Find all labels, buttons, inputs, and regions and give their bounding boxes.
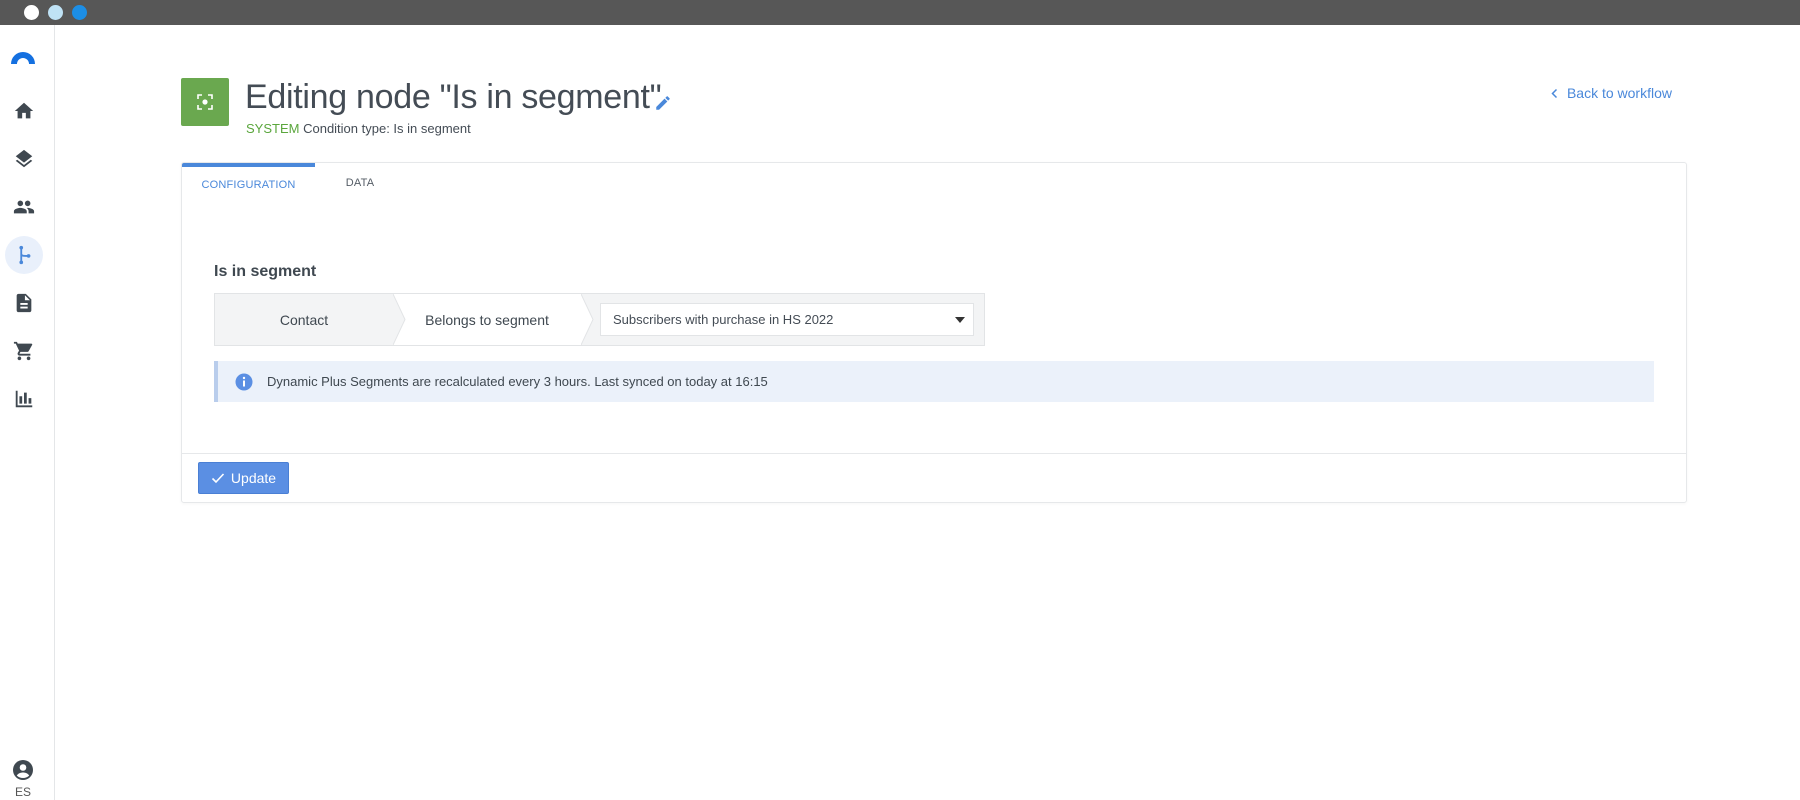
- breadcrumb-arrow-icon: [393, 294, 406, 345]
- window-minimize-dot[interactable]: [48, 5, 63, 20]
- user-avatar-icon: [13, 760, 33, 780]
- condition-type-text: Condition type: Is in segment: [303, 121, 471, 136]
- nav-document-icon[interactable]: [5, 284, 43, 322]
- card-footer-divider: [182, 453, 1686, 454]
- user-language-label: ES: [14, 785, 31, 799]
- segment-select[interactable]: Subscribers with purchase in HS 2022: [600, 303, 974, 336]
- logo-icon[interactable]: [8, 45, 38, 65]
- node-config-card: CONFIGURATION DATA Is in segment Contact…: [181, 162, 1687, 503]
- window-maximize-dot[interactable]: [72, 5, 87, 20]
- page-title: Editing node "Is in segment": [245, 78, 662, 116]
- condition-section-title: Is in segment: [214, 263, 317, 280]
- info-alert: Dynamic Plus Segments are recalculated e…: [214, 361, 1654, 402]
- sidebar-nav: ES: [0, 25, 55, 800]
- system-label: SYSTEM: [246, 121, 300, 136]
- nav-home-icon[interactable]: [5, 92, 43, 130]
- node-subtitle: SYSTEM Condition type: Is in segment: [246, 121, 471, 136]
- info-icon: [235, 373, 253, 390]
- segment-focus-icon: [197, 94, 213, 110]
- nav-workflow-icon[interactable]: [5, 236, 43, 274]
- edit-title-pencil-icon[interactable]: [654, 94, 672, 112]
- back-link-label: Back to workflow: [1566, 85, 1672, 101]
- nav-cart-icon[interactable]: [5, 332, 43, 370]
- back-to-workflow-link[interactable]: Back to workflow: [1550, 85, 1672, 101]
- segment-select-value: Subscribers with purchase in HS 2022: [613, 312, 834, 327]
- condition-builder: Contact Belongs to segment Subscribers w…: [214, 293, 985, 346]
- tab-bar: CONFIGURATION DATA: [182, 163, 1686, 203]
- check-icon: [211, 473, 225, 484]
- nav-people-icon[interactable]: [5, 188, 43, 226]
- chevron-left-icon: [1551, 88, 1557, 98]
- info-message: Dynamic Plus Segments are recalculated e…: [267, 374, 768, 389]
- update-button[interactable]: Update: [198, 462, 289, 494]
- node-type-badge: [181, 78, 229, 126]
- window-close-dot[interactable]: [24, 5, 39, 20]
- breadcrumb-arrow-icon: [581, 294, 594, 345]
- nav-layers-icon[interactable]: [5, 140, 43, 178]
- update-button-label: Update: [230, 470, 277, 486]
- tab-data[interactable]: DATA: [335, 163, 385, 203]
- condition-subject: Contact: [279, 311, 329, 328]
- condition-operator: Belongs to segment: [393, 294, 581, 345]
- caret-down-icon: [955, 317, 965, 323]
- window-titlebar: [0, 0, 1800, 25]
- user-menu[interactable]: ES: [8, 758, 38, 799]
- nav-bar-chart-icon[interactable]: [5, 380, 43, 418]
- tab-configuration[interactable]: CONFIGURATION: [182, 163, 315, 203]
